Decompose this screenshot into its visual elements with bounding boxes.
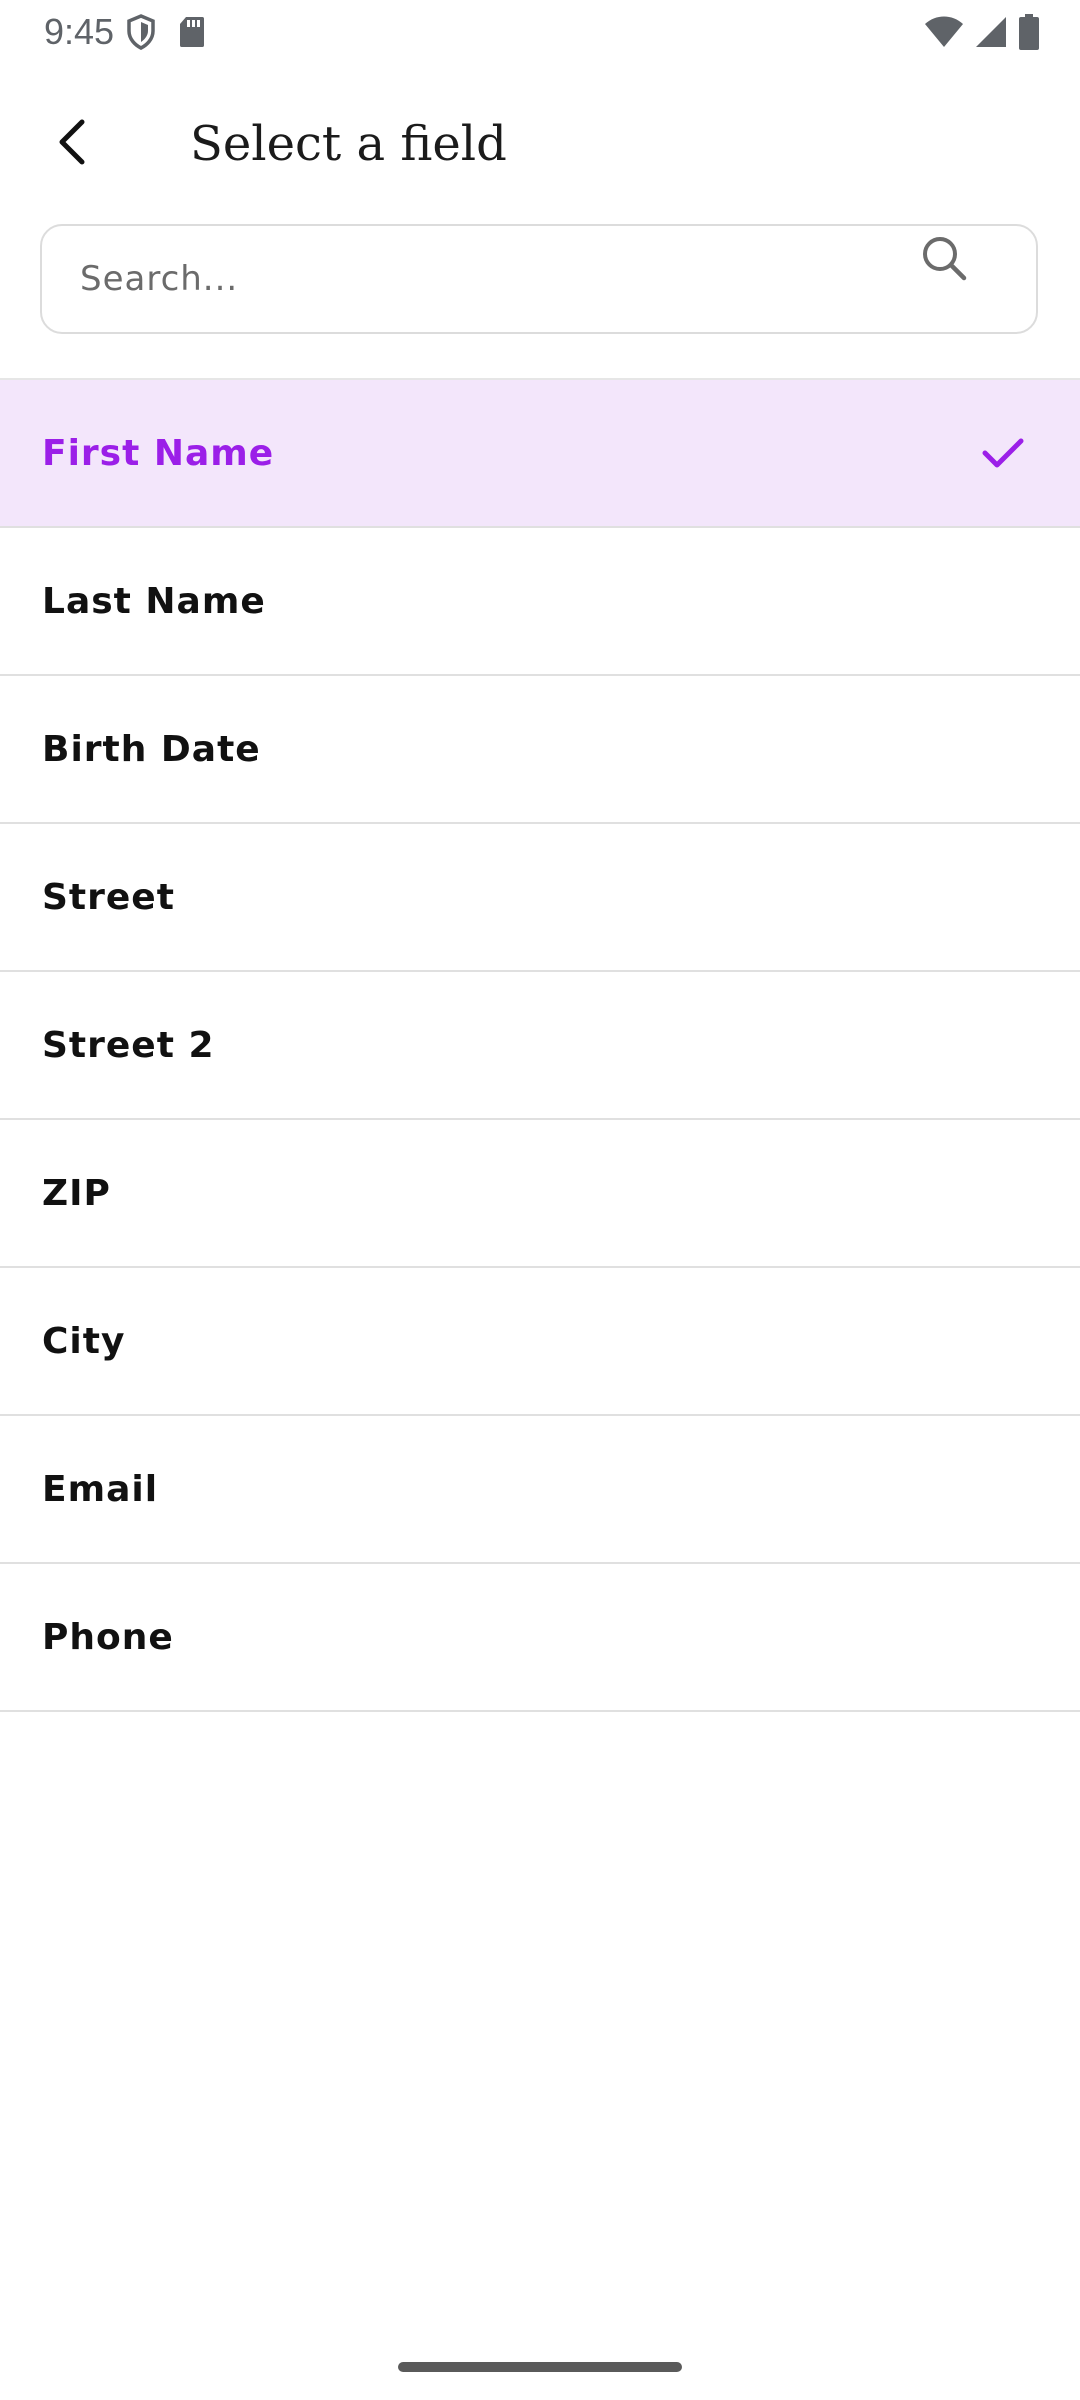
checkmark-icon xyxy=(978,428,1028,478)
status-time: 9:45 xyxy=(44,11,115,52)
list-item-first-name[interactable]: First Name xyxy=(0,380,1080,528)
back-button[interactable] xyxy=(30,102,114,186)
cellular-signal-icon xyxy=(974,15,1008,49)
wifi-icon xyxy=(924,15,964,49)
list-item-city[interactable]: City xyxy=(0,1268,1080,1416)
list-item-email[interactable]: Email xyxy=(0,1416,1080,1564)
list-item-label: First Name xyxy=(42,432,275,474)
page-title: Select a field xyxy=(190,116,507,172)
list-item-label: City xyxy=(42,1320,126,1362)
gesture-nav-bar[interactable] xyxy=(398,2362,682,2372)
list-item-label: ZIP xyxy=(42,1172,111,1214)
list-item-birth-date[interactable]: Birth Date xyxy=(0,676,1080,824)
shield-icon xyxy=(126,14,156,50)
list-item-street-2[interactable]: Street 2 xyxy=(0,972,1080,1120)
app-header: Select a field xyxy=(0,64,1080,208)
status-right-icons xyxy=(924,12,1040,52)
search-input[interactable] xyxy=(80,226,900,332)
list-item-last-name[interactable]: Last Name xyxy=(0,528,1080,676)
list-item-label: Birth Date xyxy=(42,728,261,770)
list-item-label: Email xyxy=(42,1468,159,1510)
field-list: First Name Last Name Birth Date Street S… xyxy=(0,378,1080,1712)
list-item-zip[interactable]: ZIP xyxy=(0,1120,1080,1268)
list-item-label: Phone xyxy=(42,1616,174,1658)
search-box[interactable] xyxy=(40,224,1038,334)
sd-card-icon xyxy=(178,15,206,49)
list-item-label: Street xyxy=(42,876,175,918)
status-bar: 9:45 xyxy=(0,0,1080,64)
chevron-left-icon xyxy=(52,118,92,170)
list-item-street[interactable]: Street xyxy=(0,824,1080,972)
battery-icon xyxy=(1018,14,1040,50)
status-left-icons xyxy=(126,12,206,52)
list-item-phone[interactable]: Phone xyxy=(0,1564,1080,1712)
list-item-label: Street 2 xyxy=(42,1024,215,1066)
search-icon[interactable] xyxy=(912,226,976,290)
list-item-label: Last Name xyxy=(42,580,266,622)
